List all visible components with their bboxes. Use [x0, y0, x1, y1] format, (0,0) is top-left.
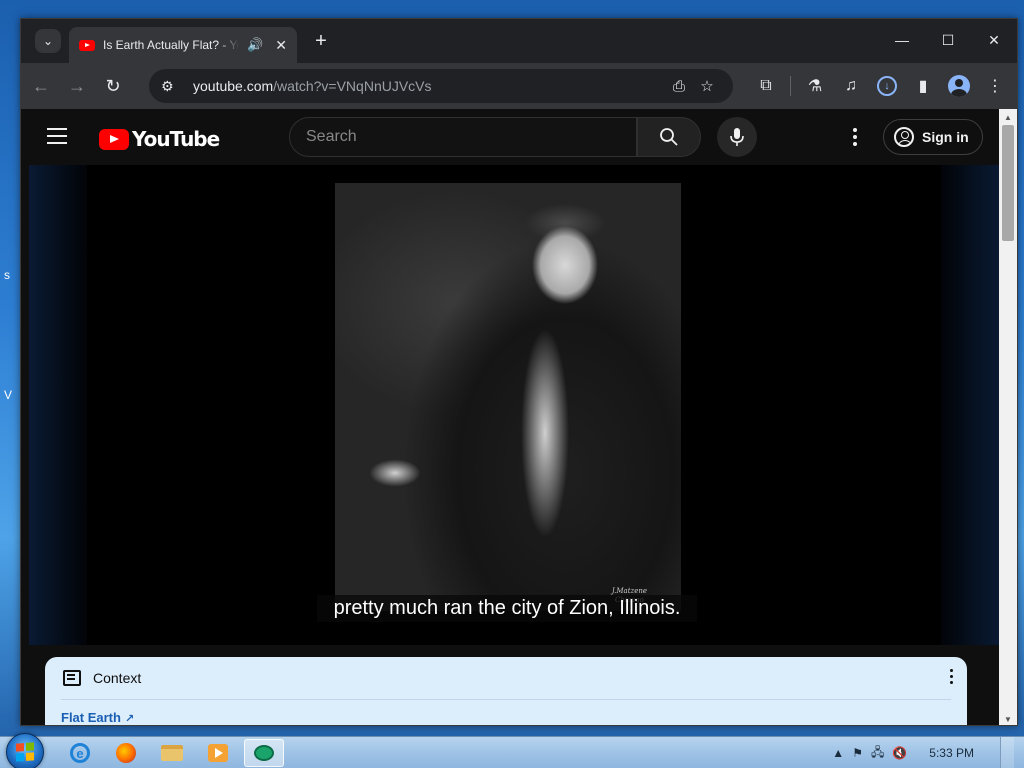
start-button[interactable] [6, 733, 44, 768]
back-button[interactable]: ← [25, 70, 57, 102]
taskbar-internet-explorer[interactable]: e [60, 739, 100, 767]
toolbar-separator [790, 76, 791, 96]
show-desktop-button[interactable] [1000, 737, 1014, 768]
show-hidden-icons-icon[interactable]: ▲ [832, 746, 844, 760]
browser-toolbar: ← → ↻ ⚙ youtube.com/watch?v=VNqNnUJVcVs … [21, 63, 1017, 109]
context-title: Context [93, 670, 142, 686]
folder-icon [161, 745, 183, 761]
search-input[interactable]: Search [289, 117, 637, 157]
bookmark-star-icon[interactable]: ☆ [693, 77, 721, 95]
youtube-header: YouTube Search Sign in [21, 109, 999, 165]
context-link-text: Flat Earth [61, 710, 121, 725]
arrow-left-icon: ← [32, 75, 50, 96]
url-path: /watch?v=VNqNnUJVcVs [273, 78, 432, 94]
reload-icon: ↻ [105, 75, 121, 96]
tab-youtube[interactable]: Is Earth Actually Flat? - YouTube 🔊 ✕ [69, 27, 297, 63]
address-bar[interactable]: ⚙ youtube.com/watch?v=VNqNnUJVcVs ⎙ ☆ [149, 69, 733, 103]
hamburger-menu-icon[interactable] [47, 128, 67, 144]
youtube-logo-text: YouTube [132, 127, 220, 151]
tab-search-button[interactable]: ⌄ [35, 29, 61, 53]
close-tab-icon[interactable]: ✕ [275, 37, 287, 54]
network-icon[interactable]: 🖧 [871, 743, 884, 764]
profile-avatar-icon [948, 75, 970, 97]
taskbar-firefox[interactable] [106, 739, 146, 767]
windows-taskbar: e ▲ ⚑ 🖧 🔇 5:33 PM [0, 733, 1024, 768]
site-info-icon[interactable]: ⚙ [161, 78, 185, 95]
sign-in-button[interactable]: Sign in [883, 119, 983, 155]
extensions-icon[interactable]: ⧉ [750, 70, 782, 102]
labs-flask-icon[interactable]: ⚗ [799, 70, 831, 102]
scroll-down-arrow-icon[interactable]: ▼ [999, 711, 1017, 725]
youtube-logo[interactable]: YouTube [99, 127, 220, 151]
volume-muted-icon[interactable]: 🔇 [892, 746, 907, 760]
youtube-page: YouTube Search Sign in J.Matzene pretty … [21, 109, 999, 725]
video-caption: pretty much ran the city of Zion, Illino… [317, 595, 697, 622]
tab-title: Is Earth Actually Flat? - YouTube [103, 38, 239, 52]
downloads-button[interactable]: ↓ [871, 70, 903, 102]
minimize-button[interactable]: — [879, 19, 925, 61]
taskbar-media-player[interactable] [198, 739, 238, 767]
browser-window: ⌄ Is Earth Actually Flat? - YouTube 🔊 ✕ … [20, 18, 1018, 726]
windows-logo-icon [16, 742, 34, 762]
page-scrollbar[interactable]: ▲ ▼ [999, 109, 1017, 725]
internet-explorer-icon: e [70, 743, 90, 763]
video-player[interactable]: J.Matzene Chicago pretty much ran the ci… [29, 165, 999, 645]
scroll-up-arrow-icon[interactable]: ▲ [999, 109, 1017, 125]
forward-button[interactable]: → [61, 70, 93, 102]
taskbar-clock[interactable]: 5:33 PM [929, 746, 974, 760]
install-app-icon[interactable]: ⎙ [665, 78, 693, 95]
tab-strip: ⌄ Is Earth Actually Flat? - YouTube 🔊 ✕ … [21, 19, 1017, 63]
youtube-play-icon [99, 128, 129, 150]
url-host: youtube.com [193, 78, 274, 94]
desktop-icon-fragment: V [4, 388, 13, 402]
chrome-menu-icon[interactable]: ⋮ [979, 70, 1011, 102]
search-placeholder: Search [306, 128, 357, 145]
action-center-flag-icon[interactable]: ⚑ [852, 746, 863, 760]
voice-search-button[interactable] [717, 117, 757, 157]
settings-menu-icon[interactable] [843, 123, 867, 151]
context-menu-icon[interactable] [950, 669, 953, 684]
new-tab-button[interactable]: + [309, 29, 333, 53]
account-circle-icon [894, 127, 914, 147]
microphone-icon [730, 128, 744, 146]
sign-in-label: Sign in [922, 129, 969, 145]
media-controls-icon[interactable]: ♫ [835, 70, 867, 102]
maximize-button[interactable]: ☐ [925, 19, 971, 61]
profile-button[interactable] [943, 70, 975, 102]
arrow-right-icon: → [68, 75, 86, 96]
firefox-icon [116, 743, 136, 763]
search-button[interactable] [637, 117, 701, 157]
scroll-thumb[interactable] [1002, 125, 1014, 241]
context-panel: Context Flat Earth ↗ [45, 657, 967, 725]
info-panel-icon [63, 670, 81, 686]
window-controls: — ☐ ✕ [879, 19, 1017, 61]
side-panel-icon[interactable]: ▮ [907, 70, 939, 102]
taskbar-chat-app[interactable] [244, 739, 284, 767]
desktop-icon-fragment: s [4, 268, 10, 282]
taskbar-explorer[interactable] [152, 739, 192, 767]
context-link[interactable]: Flat Earth ↗ [45, 700, 967, 725]
url-text: youtube.com/watch?v=VNqNnUJVcVs [193, 78, 665, 94]
context-header: Context [45, 657, 967, 699]
video-frame[interactable]: J.Matzene Chicago pretty much ran the ci… [87, 165, 941, 645]
chevron-down-icon: ⌄ [42, 34, 54, 48]
system-tray: ▲ ⚑ 🖧 🔇 5:33 PM [832, 737, 1024, 768]
reload-button[interactable]: ↻ [97, 70, 129, 102]
external-link-icon: ↗ [124, 713, 135, 725]
toolbar-actions: ⧉ ⚗ ♫ ↓ ▮ ⋮ [750, 70, 1011, 102]
media-player-icon [208, 744, 228, 762]
search-icon [660, 128, 678, 146]
speaker-icon[interactable]: 🔊 [247, 37, 263, 53]
youtube-favicon-icon [79, 39, 95, 51]
download-icon: ↓ [877, 76, 897, 96]
chat-app-icon [254, 745, 274, 761]
close-window-button[interactable]: ✕ [971, 19, 1017, 61]
video-photo-portrait: J.Matzene Chicago [335, 183, 681, 611]
